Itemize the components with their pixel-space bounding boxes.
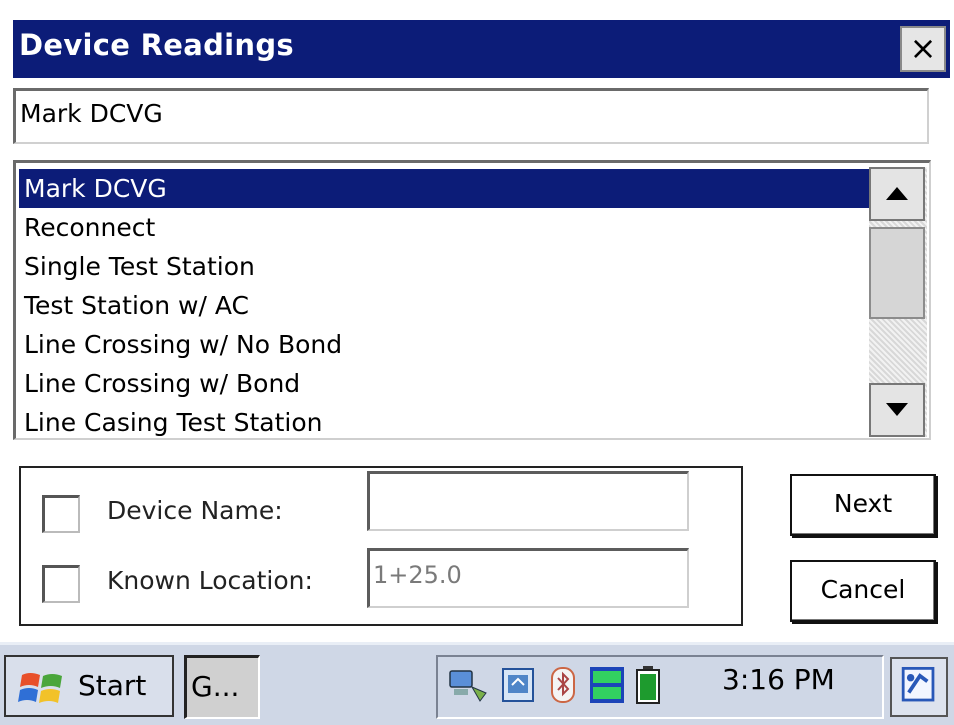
device-name-label: Device Name: (107, 496, 283, 525)
list-item[interactable]: Test Station w/ AC (19, 286, 871, 325)
reading-type-field[interactable]: Mark DCVG (13, 88, 929, 144)
scroll-thumb[interactable] (869, 227, 925, 319)
battery-icon (636, 666, 660, 704)
clock: 3:16 PM (722, 663, 835, 696)
scroll-down-button[interactable] (869, 383, 925, 437)
list-item[interactable]: Single Test Station (19, 247, 871, 286)
taskbar-item-app[interactable]: G... (184, 655, 260, 719)
system-tray: 3:16 PM (436, 655, 884, 719)
desktop-icon (901, 666, 935, 702)
scroll-up-button[interactable] (869, 167, 925, 221)
start-button[interactable]: Start (4, 655, 174, 717)
cancel-button[interactable]: Cancel (790, 560, 936, 622)
start-label: Start (78, 669, 147, 702)
window-title: Device Readings (19, 28, 294, 62)
list-item[interactable]: Line Crossing w/ Bond (19, 364, 871, 403)
device-name-checkbox[interactable] (42, 495, 80, 533)
device-readings-window: Device Readings × Mark DCVG Mark DCVG Re… (0, 0, 954, 640)
list-item[interactable]: Reconnect (19, 208, 871, 247)
options-group: Device Name: Known Location: 1+25.0 (19, 466, 743, 626)
close-button[interactable]: × (900, 26, 946, 72)
known-location-field[interactable]: 1+25.0 (367, 548, 689, 608)
network-icon[interactable] (446, 665, 492, 705)
sync-icon[interactable] (500, 665, 538, 705)
list-items: Mark DCVG Reconnect Single Test Station … (19, 169, 871, 438)
taskbar: Start G... 3:16 PM (0, 642, 954, 725)
device-name-field[interactable] (367, 471, 689, 531)
windows-flag-icon (18, 673, 62, 703)
list-item[interactable]: Mark DCVG (19, 169, 871, 208)
known-location-checkbox[interactable] (42, 565, 80, 603)
dtg-client-icon[interactable] (588, 665, 626, 705)
reading-type-list[interactable]: Mark DCVG Reconnect Single Test Station … (13, 160, 931, 440)
desktop-button[interactable] (890, 657, 948, 717)
next-button[interactable]: Next (790, 474, 936, 536)
title-bar: Device Readings × (13, 20, 950, 78)
list-item[interactable]: Line Casing Test Station (19, 403, 871, 438)
list-scrollbar[interactable] (869, 167, 927, 437)
arrow-down-icon (886, 403, 908, 416)
known-location-label: Known Location: (107, 566, 313, 595)
arrow-up-icon (886, 187, 908, 200)
bluetooth-icon[interactable] (548, 665, 578, 705)
list-item[interactable]: Line Crossing w/ No Bond (19, 325, 871, 364)
